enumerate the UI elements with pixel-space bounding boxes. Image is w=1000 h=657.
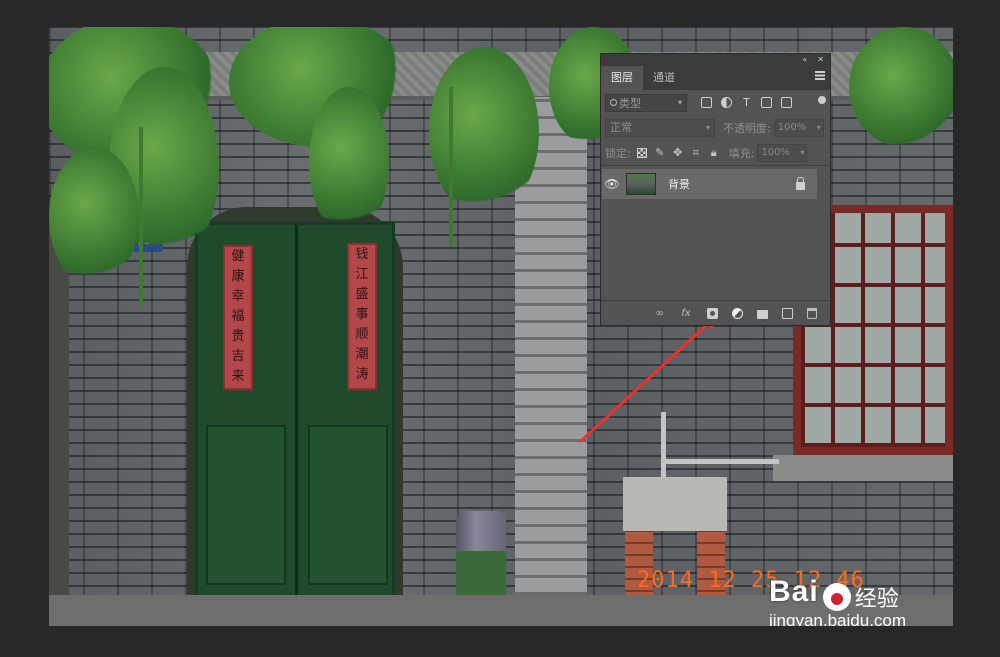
- layer-name[interactable]: 背景: [668, 176, 690, 192]
- arrow-shaft: [579, 318, 714, 443]
- panel-topbar: « ✕: [601, 54, 830, 65]
- filter-toggle-icon[interactable]: [818, 96, 826, 104]
- lock-position-move-icon[interactable]: ✥: [673, 147, 683, 158]
- canvas-area: 健 康 幸 福 贵 吉 来 钱 江 盛 事 顺 潮 涛 13 2014 12 2…: [0, 0, 1000, 657]
- adjustment-filter-icon[interactable]: [721, 97, 732, 108]
- panel-footer: ∞ fx: [601, 300, 830, 325]
- lock-artboard-icon[interactable]: ⌗: [691, 147, 701, 158]
- tab-channels[interactable]: 通道: [643, 66, 685, 90]
- chevron-down-icon: ▾: [800, 147, 805, 157]
- chevron-down-icon: ▾: [816, 122, 821, 132]
- filter-icons: T: [701, 97, 792, 108]
- panel-tabs: 图层 通道: [601, 65, 830, 90]
- panel-menu-icon[interactable]: [815, 71, 825, 80]
- link-layers-icon[interactable]: ∞: [654, 308, 665, 319]
- pixel-filter-icon[interactable]: [701, 97, 712, 108]
- blend-row: 正常 ▾ 不透明度: 100% ▾: [601, 115, 830, 140]
- visibility-eye-icon[interactable]: 👁︎: [602, 177, 622, 191]
- type-filter-icon[interactable]: T: [741, 97, 752, 108]
- blend-mode-value: 正常: [610, 120, 632, 134]
- layer-thumbnail: [626, 173, 656, 195]
- layer-list: 👁︎ 背景: [601, 165, 830, 277]
- lock-image-brush-icon[interactable]: ✎: [655, 147, 665, 158]
- lock-transparent-icon[interactable]: [636, 147, 647, 158]
- fx-button[interactable]: fx: [679, 308, 693, 319]
- lock-label: 锁定:: [605, 146, 631, 160]
- filter-label: 类型: [619, 96, 641, 110]
- collapse-panel-button[interactable]: «: [802, 54, 807, 65]
- delete-layer-trash-icon[interactable]: [807, 307, 817, 319]
- opacity-label: 不透明度:: [723, 121, 771, 135]
- chevron-down-icon: ▾: [705, 122, 710, 132]
- opacity-field[interactable]: 100% ▾: [773, 118, 824, 137]
- smart-object-filter-icon[interactable]: [781, 97, 792, 108]
- tab-layers[interactable]: 图层: [601, 66, 643, 90]
- new-adjustment-layer-icon[interactable]: [732, 307, 743, 319]
- fill-value: 100%: [761, 146, 791, 158]
- new-layer-icon[interactable]: [782, 307, 793, 319]
- chevron-down-icon: ▾: [677, 98, 682, 107]
- new-group-folder-icon[interactable]: [757, 309, 768, 319]
- close-panel-button[interactable]: ✕: [817, 54, 824, 65]
- annotation-arrow: [579, 311, 722, 443]
- layer-kind-filter[interactable]: 类型 ▾: [605, 93, 687, 112]
- opacity-value: 100%: [777, 121, 807, 133]
- layers-panel: « ✕ 图层 通道 类型 ▾ T 正常 ▾ 不透明度: 100% ▾ 锁定: ✎…: [600, 53, 831, 326]
- blend-mode-select[interactable]: 正常 ▾: [605, 118, 715, 137]
- lock-icons: ✎ ✥ ⌗ 🔒︎: [636, 147, 719, 158]
- fill-field[interactable]: 100% ▾: [757, 143, 808, 162]
- lock-row: 锁定: ✎ ✥ ⌗ 🔒︎ 填充: 100% ▾: [601, 140, 830, 165]
- layer-row[interactable]: 👁︎ 背景: [602, 169, 817, 199]
- fill-label: 填充:: [728, 146, 755, 160]
- lock-icon[interactable]: [796, 177, 805, 190]
- filter-row: 类型 ▾ T: [601, 90, 830, 115]
- add-mask-icon[interactable]: [707, 307, 718, 319]
- shape-filter-icon[interactable]: [761, 97, 772, 108]
- lock-all-icon[interactable]: 🔒︎: [709, 147, 719, 158]
- search-icon: [610, 99, 617, 106]
